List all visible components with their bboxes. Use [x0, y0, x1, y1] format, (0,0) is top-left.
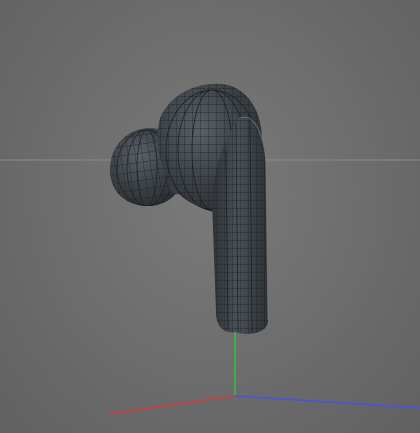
earbud-model[interactable] — [100, 80, 275, 340]
viewport-canvas — [0, 80, 420, 415]
x-axis-line — [109, 395, 236, 415]
axis-gizmo — [109, 332, 420, 415]
z-axis-line — [234, 395, 420, 409]
3d-viewport[interactable] — [0, 0, 420, 433]
